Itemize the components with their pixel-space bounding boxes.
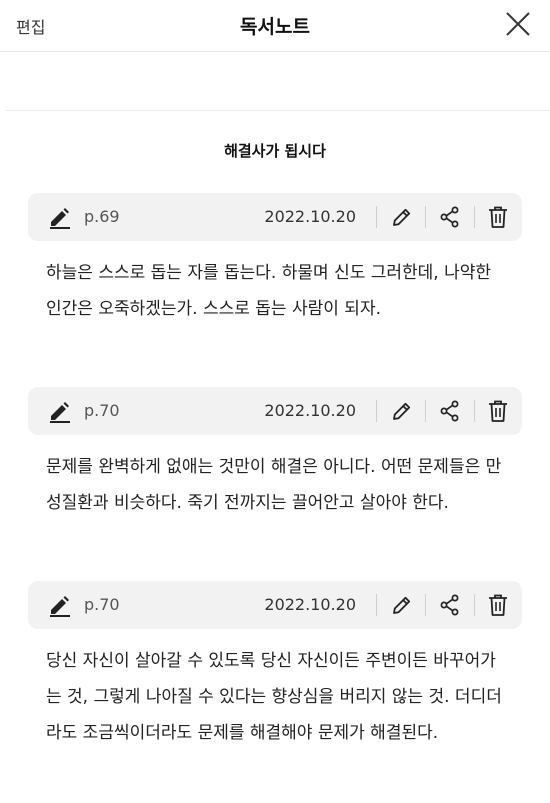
note-item: p.70 2022.10.20 [28,581,522,751]
note-header: p.69 2022.10.20 [28,193,522,241]
note-header: p.70 2022.10.20 [28,387,522,435]
share-icon[interactable] [438,593,462,617]
note-date: 2022.10.20 [264,595,356,614]
reading-notes-screen: 편집 독서노트 해결사가 됩시다 p.69 2022.10.20 하늘은 스스로… [0,0,550,803]
separator [376,206,377,228]
page-number: p.70 [84,595,120,614]
note-text: 당신 자신이 살아갈 수 있도록 당신 자신이든 주변이든 바꾸어가는 것, 그… [46,651,502,743]
note-text: 하늘은 스스로 돕는 자를 돕는다. 하물며 신도 그러한데, 나약한 인간은 … [46,263,492,319]
separator [376,594,377,616]
note-item: p.70 2022.10.20 [28,387,522,521]
note-item: p.69 2022.10.20 하늘은 스스로 돕는 자를 돕는다. 하물며 신… [28,193,522,327]
close-icon[interactable] [504,10,532,38]
page-title: 독서노트 [240,16,310,38]
edit-icon[interactable] [390,593,414,617]
separator [474,206,475,228]
edit-icon[interactable] [390,205,414,229]
pencil-icon [48,593,72,617]
separator [474,594,475,616]
trash-icon[interactable] [486,205,510,229]
page-number: p.69 [84,207,120,226]
separator [425,594,426,616]
note-text: 문제를 완벽하게 없애는 것만이 해결은 아니다. 어떤 문제들은 만성질환과 … [46,457,502,513]
separator [425,400,426,422]
trash-icon[interactable] [486,399,510,423]
separator [474,400,475,422]
note-date: 2022.10.20 [264,401,356,420]
trash-icon[interactable] [486,593,510,617]
share-icon[interactable] [438,205,462,229]
pencil-icon [48,205,72,229]
separator [376,400,377,422]
share-icon[interactable] [438,399,462,423]
separator [425,206,426,228]
header: 편집 독서노트 [0,0,550,52]
page-number: p.70 [84,401,120,420]
divider [6,110,550,111]
edit-icon[interactable] [390,399,414,423]
note-date: 2022.10.20 [264,207,356,226]
pencil-icon [48,399,72,423]
note-header: p.70 2022.10.20 [28,581,522,629]
book-title: 해결사가 됩시다 [224,142,326,160]
